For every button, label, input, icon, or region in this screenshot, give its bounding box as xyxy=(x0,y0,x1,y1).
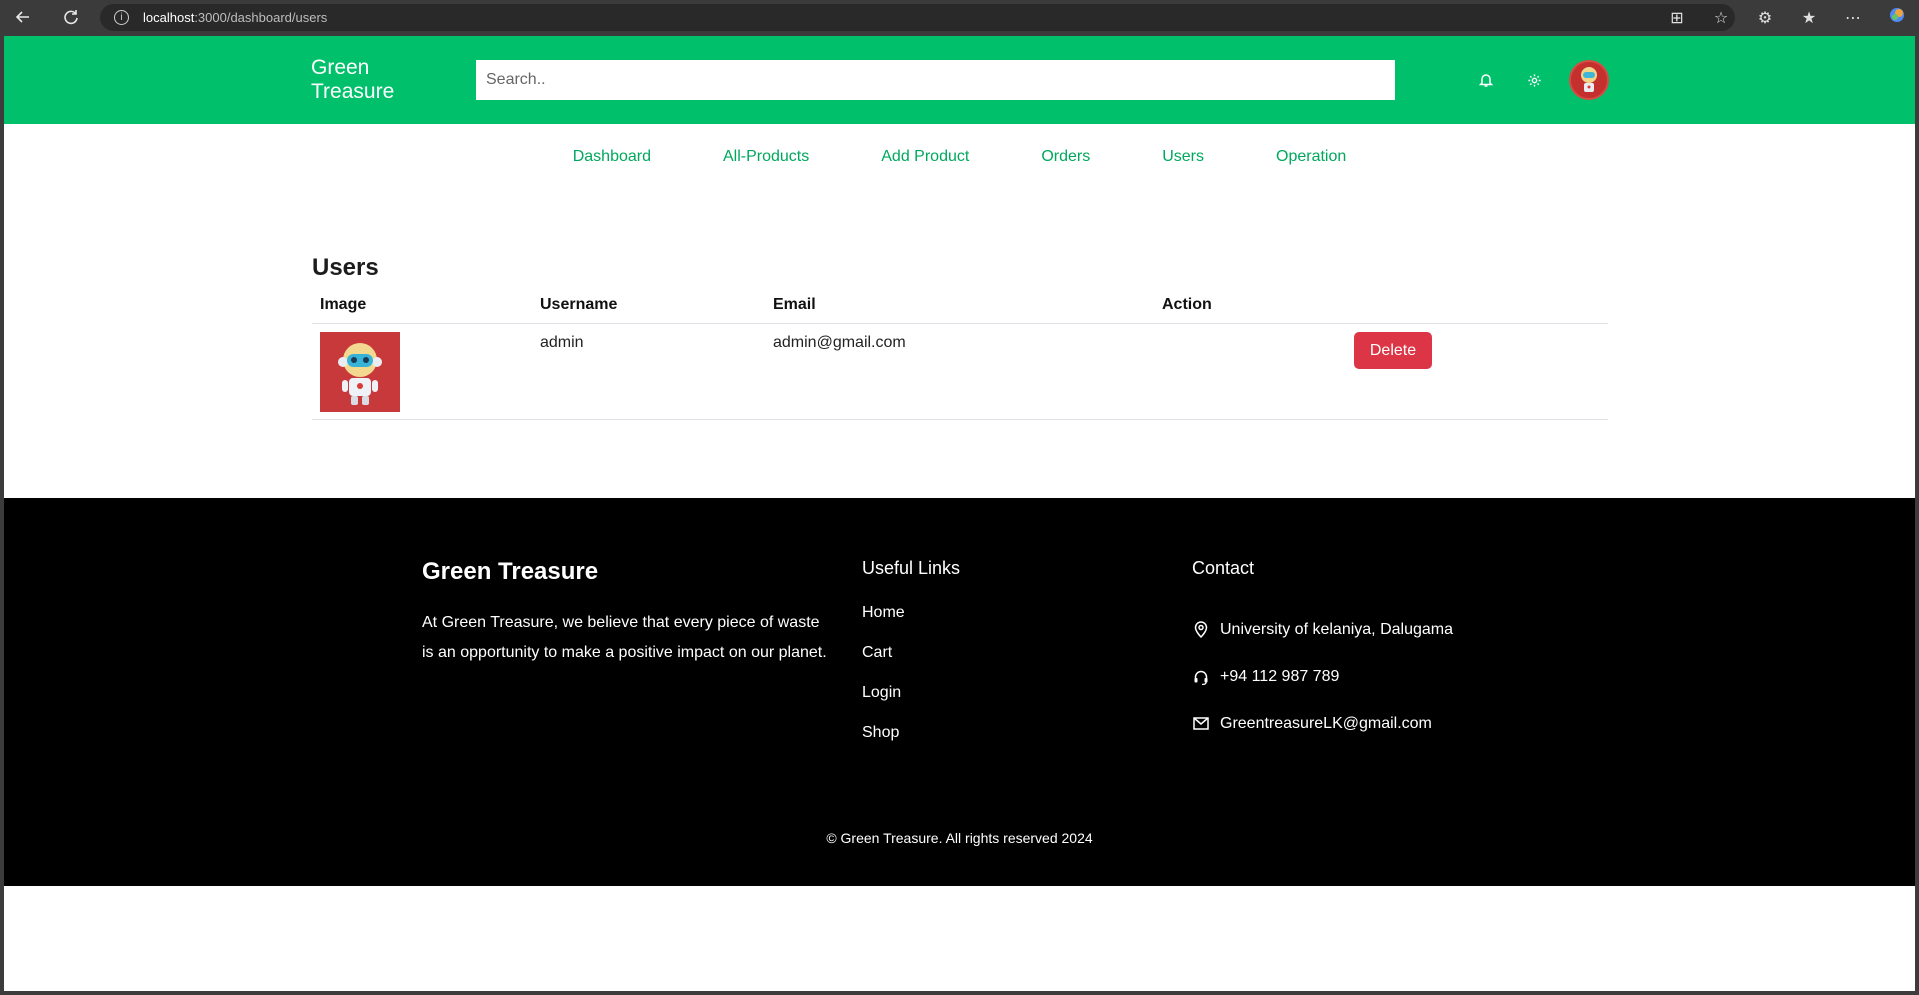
brand-line1: Green xyxy=(311,56,370,79)
contact-address-text: University of kelaniya, Dalugama xyxy=(1220,620,1453,638)
url-host: localhost xyxy=(143,10,195,25)
back-icon[interactable] xyxy=(12,6,34,28)
headset-icon xyxy=(1192,668,1210,686)
nav-operation[interactable]: Operation xyxy=(1276,148,1346,166)
site-info-icon[interactable]: i xyxy=(114,10,129,25)
useful-links: Home Cart Login Shop xyxy=(862,604,905,764)
user-avatar-image xyxy=(320,332,400,412)
useful-links-title: Useful Links xyxy=(862,558,961,578)
bell-icon[interactable] xyxy=(1476,70,1496,90)
contact-phone: +94 112 987 789 xyxy=(1192,653,1453,700)
footer-description: At Green Treasure, we believe that every… xyxy=(422,614,827,661)
contact-email-text: GreentreasureLK@gmail.com xyxy=(1220,714,1432,732)
nav-users[interactable]: Users xyxy=(1162,148,1204,166)
contact-email: GreentreasureLK@gmail.com xyxy=(1192,700,1453,747)
delete-button[interactable]: Delete xyxy=(1354,332,1432,369)
table-header-row: Image Username Email Action xyxy=(312,290,1608,324)
users-table: Image Username Email Action admin admin@… xyxy=(312,290,1608,420)
envelope-icon xyxy=(1192,715,1210,733)
address-bar[interactable]: i localhost:3000/dashboard/users xyxy=(100,4,1735,31)
column-header-image: Image xyxy=(320,296,367,313)
search-input[interactable] xyxy=(476,60,1395,100)
nav-all-products[interactable]: All-Products xyxy=(723,148,809,166)
footer-link-home[interactable]: Home xyxy=(862,604,905,644)
gear-icon[interactable] xyxy=(1524,70,1544,90)
split-screen-icon[interactable]: ⊞ xyxy=(1655,8,1699,28)
page-title: Users xyxy=(312,254,379,281)
column-header-username: Username xyxy=(540,296,618,313)
copyright-text: © Green Treasure. All rights reserved 20… xyxy=(826,830,1093,846)
footer-link-login[interactable]: Login xyxy=(862,684,905,724)
dashboard-nav: Dashboard All-Products Add Product Order… xyxy=(4,148,1915,166)
footer-link-cart[interactable]: Cart xyxy=(862,644,905,684)
column-header-email: Email xyxy=(773,296,816,313)
avatar[interactable] xyxy=(1569,60,1609,100)
favorite-star-icon[interactable]: ☆ xyxy=(1699,8,1743,28)
brand-logo[interactable]: Green Treasure xyxy=(311,56,421,104)
nav-dashboard[interactable]: Dashboard xyxy=(573,148,651,166)
nav-orders[interactable]: Orders xyxy=(1041,148,1090,166)
site-header: Green Treasure xyxy=(4,36,1915,124)
extensions-icon[interactable]: ⚙ xyxy=(1743,8,1787,28)
browser-toolbar: i localhost:3000/dashboard/users ⊞ ☆ ⚙ ★… xyxy=(0,0,1919,35)
nav-add-product[interactable]: Add Product xyxy=(881,148,969,166)
cell-email: admin@gmail.com xyxy=(773,334,906,351)
contact-phone-text: +94 112 987 789 xyxy=(1220,667,1340,685)
brand-line2: Treasure xyxy=(311,80,395,103)
contact-address: University of kelaniya, Dalugama xyxy=(1192,606,1453,653)
url-path: :3000/dashboard/users xyxy=(194,10,328,25)
site-footer: Green Treasure At Green Treasure, we bel… xyxy=(4,498,1915,886)
table-row: admin admin@gmail.com Delete xyxy=(312,324,1608,420)
footer-brand: Green Treasure xyxy=(422,558,599,585)
location-pin-icon xyxy=(1192,621,1210,639)
copilot-icon[interactable] xyxy=(1875,6,1919,29)
page-viewport: Green Treasure Dashboard All-Products Ad… xyxy=(4,36,1915,991)
column-header-action: Action xyxy=(1162,296,1212,313)
cell-username: admin xyxy=(540,334,584,351)
reload-icon[interactable] xyxy=(60,6,82,28)
footer-link-shop[interactable]: Shop xyxy=(862,724,905,764)
more-menu-icon[interactable]: ⋯ xyxy=(1831,8,1875,28)
contact-list: University of kelaniya, Dalugama +94 112… xyxy=(1192,606,1453,747)
favorites-list-icon[interactable]: ★ xyxy=(1787,8,1831,28)
contact-title: Contact xyxy=(1192,558,1255,578)
